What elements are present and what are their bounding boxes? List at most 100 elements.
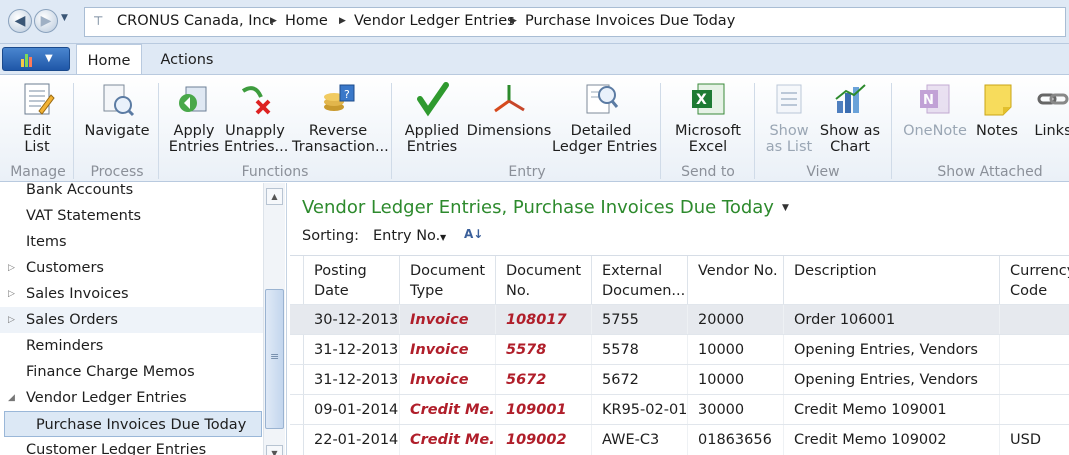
filter-icon[interactable]: ⊤	[93, 14, 103, 28]
nav-item-reminders[interactable]: Reminders	[0, 333, 265, 359]
cell-currency-code[interactable]	[1000, 335, 1069, 365]
nav-item-vat-statements[interactable]: VAT Statements	[0, 203, 265, 229]
reverse-transaction-button[interactable]: ? Reverse Transaction...	[292, 81, 389, 155]
notes-button[interactable]: Notes	[972, 81, 1022, 139]
nav-item-finance-charge-memos[interactable]: Finance Charge Memos	[0, 359, 265, 385]
cell-posting-date[interactable]: 31-12-2013	[304, 365, 400, 395]
cell-document-type[interactable]: Invoice	[400, 335, 496, 365]
column-header-currency-code[interactable]: Currency Code	[1000, 256, 1069, 304]
nav-item-vendor-ledger-entries[interactable]: ◢ Vendor Ledger Entries	[0, 385, 265, 411]
column-header-vendor-no[interactable]: Vendor No.	[688, 256, 784, 304]
nav-item-customer-ledger-entries[interactable]: Customer Ledger Entries	[0, 437, 265, 455]
sorting-field-select[interactable]: Entry No.	[373, 228, 440, 244]
breadcrumb-separator-icon[interactable]: ▶	[510, 16, 517, 26]
cell-posting-date[interactable]: 31-12-2013	[304, 335, 400, 365]
cell-currency-code[interactable]	[1000, 305, 1069, 335]
tab-home[interactable]: Home	[76, 44, 142, 74]
show-as-list-button[interactable]: Show as List	[762, 81, 816, 155]
table-row[interactable]: 22-01-2014 Credit Me... 109002 AWE-C3 01…	[290, 424, 1069, 455]
chevron-down-icon[interactable]: ▼	[782, 203, 789, 213]
cell-currency-code[interactable]	[1000, 395, 1069, 425]
nav-item-bank-accounts[interactable]: Bank Accounts	[0, 183, 265, 203]
cell-external-document-no[interactable]: KR95-02-01	[592, 395, 688, 425]
collapse-arrow-icon[interactable]: ◢	[8, 385, 15, 411]
nav-scrollbar[interactable]: ▲ ≡ ▼	[263, 183, 285, 455]
nav-item-sales-invoices[interactable]: ▷ Sales Invoices	[0, 281, 265, 307]
expand-arrow-icon[interactable]: ▷	[8, 281, 15, 307]
applied-entries-button[interactable]: Applied Entries	[402, 81, 462, 155]
page-title[interactable]: Vendor Ledger Entries, Purchase Invoices…	[302, 197, 789, 218]
expand-arrow-icon[interactable]: ▷	[8, 307, 15, 333]
column-header-description[interactable]: Description	[784, 256, 1000, 304]
cell-currency-code[interactable]	[1000, 365, 1069, 395]
column-header-document-no[interactable]: Document No.	[496, 256, 592, 304]
dimensions-button[interactable]: Dimensions	[466, 81, 552, 139]
back-button[interactable]: ◀	[8, 9, 32, 33]
scroll-down-icon[interactable]: ▼	[266, 445, 283, 455]
expand-arrow-icon[interactable]: ▷	[8, 255, 15, 281]
nav-item-customers[interactable]: ▷ Customers	[0, 255, 265, 281]
table-row[interactable]: 09-01-2014 Credit Me... 109001 KR95-02-0…	[290, 394, 1069, 425]
onenote-button[interactable]: N OneNote	[900, 81, 970, 139]
cell-document-no[interactable]: 109002	[496, 425, 592, 455]
navigate-button[interactable]: Navigate	[82, 81, 152, 139]
cell-document-type[interactable]: Credit Me...	[400, 425, 496, 455]
chevron-down-icon[interactable]: ▼	[440, 233, 446, 242]
apply-entries-button[interactable]: Apply Entries	[166, 81, 222, 155]
address-box[interactable]: ⊤ CRONUS Canada, Inc. ▶ Home ▶ Vendor Le…	[84, 7, 1066, 37]
sort-order-icon[interactable]: A↓	[464, 227, 483, 241]
cell-posting-date[interactable]: 30-12-2013	[304, 305, 400, 335]
cell-vendor-no[interactable]: 30000	[688, 395, 784, 425]
nav-item-sales-orders[interactable]: ▷ Sales Orders	[0, 307, 265, 333]
cell-description[interactable]: Credit Memo 109002	[784, 425, 1000, 455]
table-row[interactable]: 30-12-2013 Invoice 108017 5755 20000 Ord…	[290, 304, 1069, 335]
cell-vendor-no[interactable]: 20000	[688, 305, 784, 335]
column-header-posting-date[interactable]: Posting Date	[304, 256, 400, 304]
microsoft-excel-button[interactable]: X Microsoft Excel	[670, 81, 746, 155]
detailed-ledger-entries-button[interactable]: Detailed Ledger Entries	[552, 81, 657, 155]
cell-document-type[interactable]: Invoice	[400, 365, 496, 395]
breadcrumb-home[interactable]: Home	[285, 13, 328, 29]
cell-description[interactable]: Opening Entries, Vendors	[784, 335, 1000, 365]
cell-vendor-no[interactable]: 10000	[688, 335, 784, 365]
cell-document-no[interactable]: 5672	[496, 365, 592, 395]
cell-posting-date[interactable]: 22-01-2014	[304, 425, 400, 455]
history-dropdown-icon[interactable]: ▼	[61, 13, 68, 23]
cell-currency-code[interactable]: USD	[1000, 425, 1069, 455]
breadcrumb-purchase-invoices-due-today[interactable]: Purchase Invoices Due Today	[525, 13, 735, 29]
cell-description[interactable]: Credit Memo 109001	[784, 395, 1000, 425]
cell-external-document-no[interactable]: 5578	[592, 335, 688, 365]
application-menu-button[interactable]: ▼	[2, 47, 70, 71]
cell-document-type[interactable]: Credit Me...	[400, 395, 496, 425]
cell-external-document-no[interactable]: 5755	[592, 305, 688, 335]
edit-list-button[interactable]: Edit List	[12, 81, 62, 155]
breadcrumb-vendor-ledger-entries[interactable]: Vendor Ledger Entries	[354, 13, 515, 29]
table-row[interactable]: 31-12-2013 Invoice 5672 5672 10000 Openi…	[290, 364, 1069, 395]
links-button[interactable]: Links	[1030, 81, 1069, 139]
table-row[interactable]: 31-12-2013 Invoice 5578 5578 10000 Openi…	[290, 334, 1069, 365]
nav-item-purchase-invoices-due-today[interactable]: Purchase Invoices Due Today	[4, 411, 262, 437]
cell-document-no[interactable]: 108017	[496, 305, 592, 335]
cell-vendor-no[interactable]: 01863656	[688, 425, 784, 455]
nav-item-items[interactable]: Items	[0, 229, 265, 255]
cell-document-type[interactable]: Invoice	[400, 305, 496, 335]
breadcrumb-company[interactable]: CRONUS Canada, Inc.	[117, 13, 274, 29]
show-as-chart-button[interactable]: Show as Chart	[818, 81, 882, 155]
breadcrumb-separator-icon[interactable]: ▶	[339, 16, 346, 26]
cell-description[interactable]: Order 106001	[784, 305, 1000, 335]
tab-actions[interactable]: Actions	[150, 44, 224, 74]
cell-document-no[interactable]: 5578	[496, 335, 592, 365]
cell-external-document-no[interactable]: AWE-C3	[592, 425, 688, 455]
cell-vendor-no[interactable]: 10000	[688, 365, 784, 395]
cell-description[interactable]: Opening Entries, Vendors	[784, 365, 1000, 395]
forward-button[interactable]: ▶	[34, 9, 58, 33]
column-header-document-type[interactable]: Document Type	[400, 256, 496, 304]
scroll-thumb[interactable]: ≡	[265, 289, 284, 429]
cell-external-document-no[interactable]: 5672	[592, 365, 688, 395]
column-header-external-document-no[interactable]: External Documen...	[592, 256, 688, 304]
scroll-up-icon[interactable]: ▲	[266, 188, 283, 205]
cell-document-no[interactable]: 109001	[496, 395, 592, 425]
cell-posting-date[interactable]: 09-01-2014	[304, 395, 400, 425]
breadcrumb-separator-icon[interactable]: ▶	[270, 16, 277, 26]
unapply-entries-button[interactable]: Unapply Entries...	[224, 81, 288, 155]
